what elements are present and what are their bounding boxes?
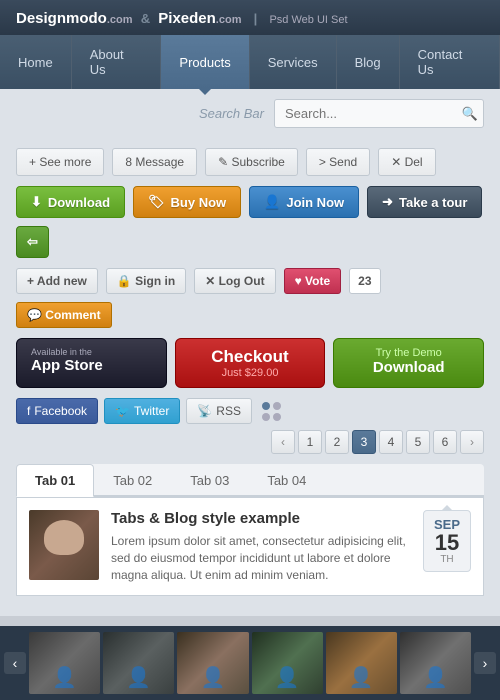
main-content: + See more 8 Message ✎ Subscribe > Send … xyxy=(0,138,500,616)
del-button[interactable]: ✕ Del xyxy=(378,148,435,176)
message-button[interactable]: 8 Message xyxy=(112,148,197,176)
blog-date: SEP 15 TH xyxy=(423,510,471,572)
download-button[interactable]: ⬇ Download xyxy=(16,186,125,218)
demo-line1: Try the Demo xyxy=(376,347,442,359)
share-button[interactable]: ⇦ xyxy=(16,226,49,258)
search-section: Search Bar 🔍 xyxy=(0,89,500,138)
nav-home[interactable]: Home xyxy=(0,35,72,89)
log-out-button[interactable]: ✕ Log Out xyxy=(194,268,275,294)
main-nav: Home About Us Products Services Blog Con… xyxy=(0,35,500,89)
twitter-button[interactable]: 🐦 Twitter xyxy=(104,398,180,424)
demo-line2: Download xyxy=(373,359,445,376)
pagination: ‹ 1 2 3 4 5 6 › xyxy=(271,430,484,454)
page-1-button[interactable]: 1 xyxy=(298,430,322,454)
nav-blog[interactable]: Blog xyxy=(337,35,400,89)
appstore-line1: Available in the xyxy=(31,347,92,357)
next-page-button[interactable]: › xyxy=(460,430,484,454)
blog-post: Tabs & Blog style example Lorem ipsum do… xyxy=(16,497,484,596)
blog-title: Tabs & Blog style example xyxy=(111,510,411,527)
tab-03[interactable]: Tab 03 xyxy=(171,464,248,497)
nav-products[interactable]: Products xyxy=(161,35,249,89)
rss-label: RSS xyxy=(216,404,241,418)
thumb-2[interactable] xyxy=(103,632,174,694)
blog-content: Tabs & Blog style example Lorem ipsum do… xyxy=(111,510,411,583)
checkout-label: Checkout xyxy=(211,347,288,367)
tag-icon: 🏷 xyxy=(148,194,165,210)
subscribe-button[interactable]: ✎ Subscribe xyxy=(205,148,298,176)
demo-button[interactable]: Try the Demo Download xyxy=(333,338,484,388)
header: Designmodo.com & Pixeden.com | Psd Web U… xyxy=(0,0,500,35)
appstore-line2: App Store xyxy=(31,357,103,374)
facebook-button[interactable]: f Facebook xyxy=(16,398,98,424)
twitter-icon: 🐦 xyxy=(115,404,130,418)
social-row: f Facebook 🐦 Twitter 📡 RSS ‹ 1 2 3 xyxy=(16,398,484,454)
sign-in-button[interactable]: 🔒 Sign in xyxy=(106,268,186,294)
search-label: Search Bar xyxy=(199,106,264,121)
nav-contact[interactable]: Contact Us xyxy=(400,35,500,89)
thumb-1[interactable] xyxy=(29,632,100,694)
tabs-section: Tab 01 Tab 02 Tab 03 Tab 04 Tabs & Blog … xyxy=(16,464,484,596)
outline-buttons-row: + See more 8 Message ✎ Subscribe > Send … xyxy=(16,148,484,176)
blog-th: TH xyxy=(440,554,453,565)
share-icon: ⇦ xyxy=(27,234,38,250)
utility-buttons-row: + Add new 🔒 Sign in ✕ Log Out ♥ Vote 23 … xyxy=(16,268,484,328)
page-2-button[interactable]: 2 xyxy=(325,430,349,454)
download-icon: ⬇ xyxy=(31,194,42,210)
twitter-label: Twitter xyxy=(134,404,169,418)
page-4-button[interactable]: 4 xyxy=(379,430,403,454)
arrow-icon: ➜ xyxy=(382,194,393,210)
user-icon: 👤 xyxy=(264,194,280,210)
tab-01[interactable]: Tab 01 xyxy=(16,464,94,497)
blog-text: Lorem ipsum dolor sit amet, consectetur … xyxy=(111,533,411,583)
buy-now-button[interactable]: 🏷 Buy Now xyxy=(133,186,241,218)
checkout-price: Just $29.00 xyxy=(222,367,279,379)
dot-2[interactable] xyxy=(273,402,281,410)
search-input[interactable] xyxy=(274,99,484,128)
tab-04[interactable]: Tab 04 xyxy=(248,464,325,497)
dots-indicator xyxy=(262,402,281,421)
tab-list: Tab 01 Tab 02 Tab 03 Tab 04 xyxy=(16,464,484,497)
nav-services[interactable]: Services xyxy=(250,35,337,89)
thumb-5[interactable] xyxy=(326,632,397,694)
big-buttons-row: Available in the App Store Checkout Just… xyxy=(16,338,484,388)
vote-button[interactable]: ♥ Vote xyxy=(284,268,342,294)
appstore-button[interactable]: Available in the App Store xyxy=(16,338,167,388)
blog-day: 15 xyxy=(435,532,459,554)
page-5-button[interactable]: 5 xyxy=(406,430,430,454)
checkout-button[interactable]: Checkout Just $29.00 xyxy=(175,338,326,388)
nav-about[interactable]: About Us xyxy=(72,35,162,89)
strip-prev-button[interactable]: ‹ xyxy=(4,652,26,674)
prev-page-button[interactable]: ‹ xyxy=(271,430,295,454)
action-buttons-row: ⬇ Download 🏷 Buy Now 👤 Join Now ➜ Take a… xyxy=(16,186,484,258)
thumb-6[interactable] xyxy=(400,632,471,694)
add-new-button[interactable]: + Add new xyxy=(16,268,98,294)
vote-count: 23 xyxy=(349,268,380,294)
blog-thumbnail xyxy=(29,510,99,580)
brand1: Designmodo xyxy=(16,10,107,27)
page-3-button[interactable]: 3 xyxy=(352,430,376,454)
thumb-4[interactable] xyxy=(252,632,323,694)
page-6-button[interactable]: 6 xyxy=(433,430,457,454)
thumb-3[interactable] xyxy=(177,632,248,694)
see-more-button[interactable]: + See more xyxy=(16,148,104,176)
search-wrap: 🔍 xyxy=(274,99,484,128)
thumbnail-images xyxy=(29,632,471,694)
take-tour-button[interactable]: ➜ Take a tour xyxy=(367,186,482,218)
join-now-button[interactable]: 👤 Join Now xyxy=(249,186,359,218)
dot-3[interactable] xyxy=(262,413,270,421)
send-button[interactable]: > Send xyxy=(306,148,370,176)
search-icon[interactable]: 🔍 xyxy=(462,106,478,122)
brand2: Pixeden xyxy=(158,10,216,27)
dot-4[interactable] xyxy=(273,413,281,421)
strip-next-button[interactable]: › xyxy=(474,652,496,674)
logo: Designmodo.com & Pixeden.com | Psd Web U… xyxy=(16,10,348,27)
dot-1[interactable] xyxy=(262,402,270,410)
tab-02[interactable]: Tab 02 xyxy=(94,464,171,497)
comment-button[interactable]: 💬 Comment xyxy=(16,302,112,328)
facebook-label: Facebook xyxy=(34,404,87,418)
rss-button[interactable]: 📡 RSS xyxy=(186,398,252,424)
facebook-icon: f xyxy=(27,404,30,418)
thumbnail-strip: ‹ › xyxy=(0,626,500,700)
rss-icon: 📡 xyxy=(197,404,212,418)
